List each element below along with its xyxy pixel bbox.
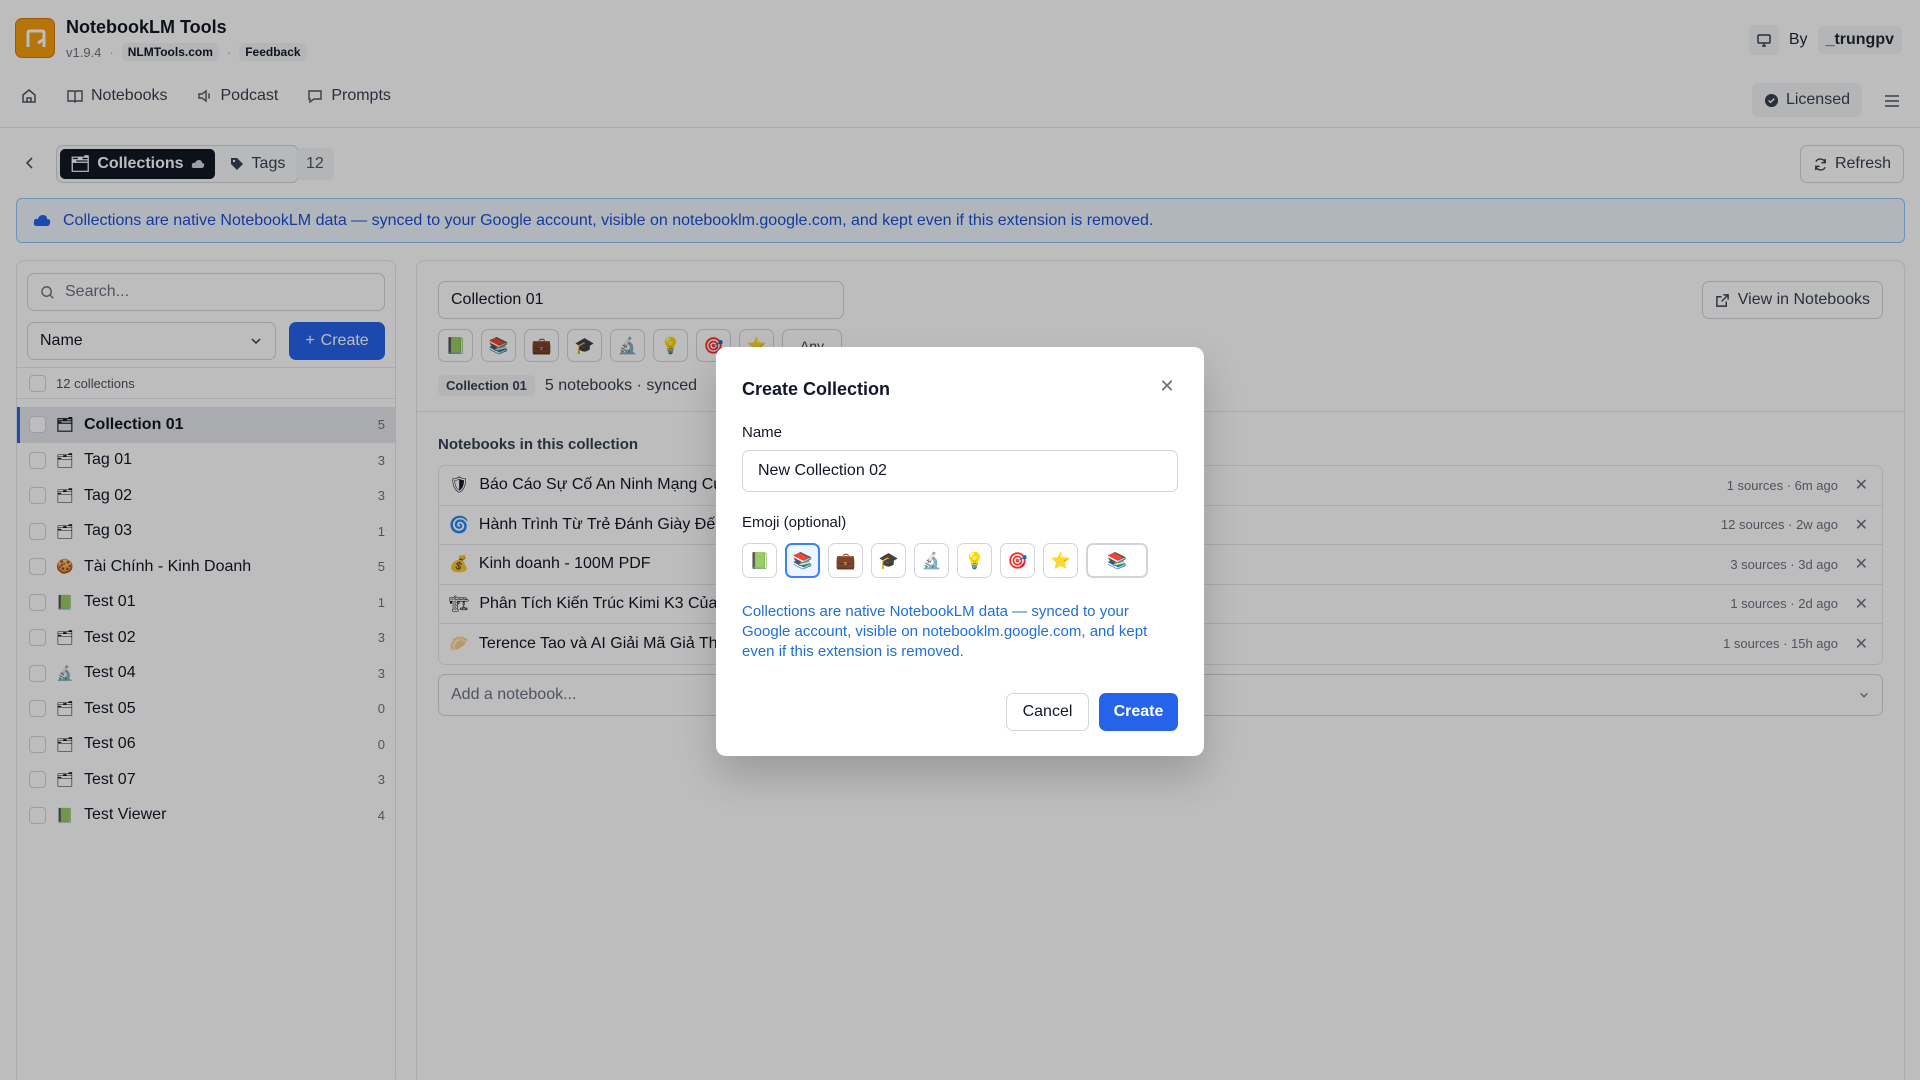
emoji-option[interactable]: 📗 [742,543,777,578]
emoji-option[interactable]: 💼 [828,543,863,578]
emoji-option[interactable]: 🎓 [871,543,906,578]
close-icon[interactable]: ✕ [1156,375,1178,397]
dialog-sync-note: Collections are native NotebookLM data —… [742,603,1148,660]
name-label: Name [742,424,783,441]
emoji-option[interactable]: ⭐ [1043,543,1078,578]
emoji-option-selected[interactable]: 📚 [785,543,820,578]
emoji-label: Emoji (optional) [742,514,847,531]
cancel-button[interactable]: Cancel [1006,693,1089,731]
create-button[interactable]: Create [1099,693,1178,731]
custom-emoji-input[interactable]: 📚 [1086,543,1148,578]
emoji-option[interactable]: 🔬 [914,543,949,578]
create-collection-dialog: Create Collection ✕ Name New Collection … [716,347,1204,756]
emoji-option[interactable]: 💡 [957,543,992,578]
dialog-title: Create Collection [742,379,891,399]
dialog-emoji-picker: 📗 📚 💼 🎓 🔬 💡 🎯 ⭐ 📚 [742,543,1148,578]
emoji-option[interactable]: 🎯 [1000,543,1035,578]
name-field[interactable]: New Collection 02 [742,450,1178,492]
